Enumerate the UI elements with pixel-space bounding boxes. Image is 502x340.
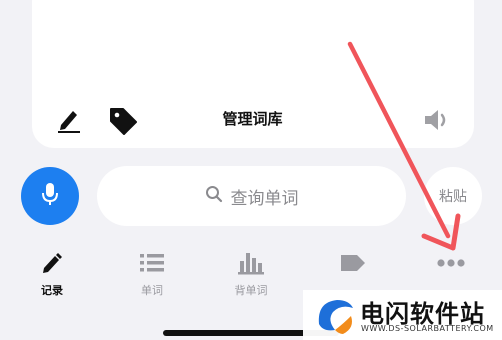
microphone-button[interactable]	[21, 167, 79, 225]
search-input[interactable]: 查询单词	[97, 166, 406, 226]
paste-button[interactable]: 粘贴	[424, 167, 482, 225]
microphone-icon	[39, 181, 61, 211]
watermark-logo	[318, 300, 353, 334]
tab-label: 背单词	[234, 284, 268, 297]
list-icon	[139, 248, 165, 278]
search-placeholder: 查询单词	[230, 188, 299, 209]
search-icon	[205, 185, 223, 207]
watermark-url: WWW.DS-SOLARBATTERY.COM	[361, 324, 494, 333]
tab-words[interactable]: 单词	[117, 242, 187, 302]
tag-icon	[339, 248, 367, 278]
bar-chart-icon	[237, 248, 265, 278]
tab-memorize[interactable]: 背单词	[216, 242, 286, 302]
tab-records[interactable]: 记录	[17, 242, 87, 302]
pencil-icon	[40, 248, 64, 278]
speaker-icon[interactable]	[420, 104, 452, 136]
pencil-icon[interactable]	[54, 104, 84, 134]
tag-icon[interactable]	[106, 104, 140, 138]
tab-label: 单词	[141, 284, 163, 297]
more-icon	[436, 248, 466, 278]
watermark: 电闪软件站 WWW.DS-SOLARBATTERY.COM	[303, 290, 502, 340]
manage-vocabulary-title[interactable]: 管理词库	[215, 108, 290, 129]
tab-label: 记录	[41, 284, 63, 297]
